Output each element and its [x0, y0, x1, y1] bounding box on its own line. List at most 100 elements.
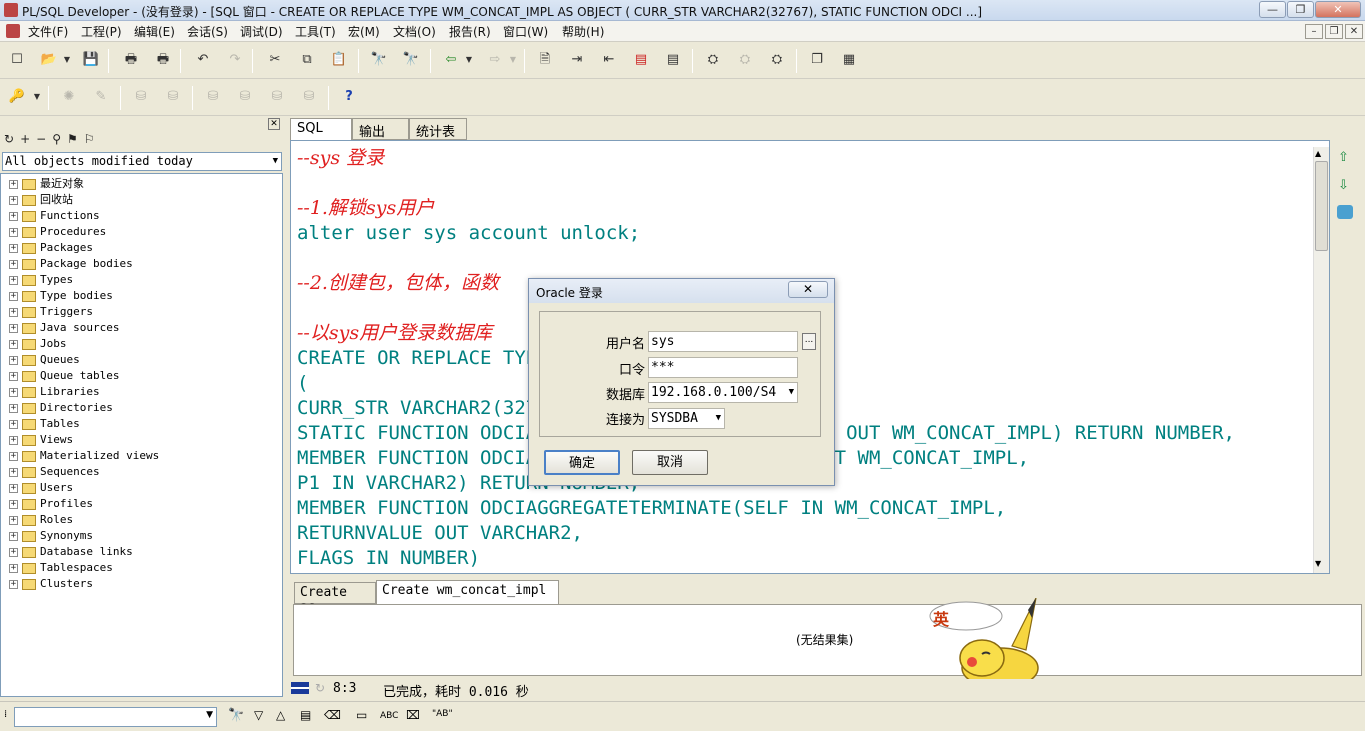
paste-icon[interactable]: 📋: [328, 49, 350, 71]
menu-file[interactable]: 文件(F): [28, 23, 68, 40]
new-icon[interactable]: ☐: [6, 49, 28, 71]
expand-icon[interactable]: +: [9, 227, 18, 237]
mdi-minimize-button[interactable]: –: [1305, 24, 1323, 39]
expand-icon[interactable]: +: [9, 531, 18, 541]
open-dropdown-icon[interactable]: ▼: [60, 49, 74, 71]
add-icon[interactable]: +: [20, 132, 36, 146]
expand-icon[interactable]: +: [9, 211, 18, 221]
debug-icon[interactable]: ✎: [90, 86, 112, 108]
regex-icon[interactable]: ⌧: [406, 708, 420, 722]
expand-icon[interactable]: +: [9, 195, 18, 205]
expand-icon[interactable]: +: [9, 563, 18, 573]
tree-item[interactable]: + Sequences: [9, 464, 100, 480]
find-prev-icon[interactable]: △: [276, 708, 285, 722]
tree-item[interactable]: + Database links: [9, 544, 133, 560]
expand-icon[interactable]: +: [9, 291, 18, 301]
windows-icon[interactable]: ❐: [806, 49, 828, 71]
tree-item[interactable]: + Procedures: [9, 224, 106, 240]
tree-item[interactable]: + Types: [9, 272, 73, 288]
logon-dropdown-icon[interactable]: ▼: [30, 86, 44, 108]
explain-plan-icon[interactable]: ⛭: [702, 49, 724, 71]
scroll-thumb[interactable]: [1315, 161, 1328, 251]
tree-item[interactable]: + Tablespaces: [9, 560, 113, 576]
tree-item[interactable]: + Directories: [9, 400, 113, 416]
mdi-restore-button[interactable]: ❐: [1325, 24, 1343, 39]
tree-item[interactable]: + Java sources: [9, 320, 119, 336]
tree-item[interactable]: + Queues: [9, 352, 80, 368]
connect-as-select[interactable]: SYSDBA ▼: [648, 408, 725, 429]
comment-icon[interactable]: ▤: [630, 49, 652, 71]
expand-icon[interactable]: +: [9, 339, 18, 349]
tab-sql[interactable]: SQL: [290, 118, 352, 141]
refresh-icon[interactable]: ↻: [4, 132, 20, 146]
print-icon[interactable]: 🖶: [120, 49, 142, 71]
compile-all-icon[interactable]: ⛭: [766, 49, 788, 71]
tree-item[interactable]: + Users: [9, 480, 73, 496]
expand-icon[interactable]: +: [9, 243, 18, 253]
tab-output[interactable]: 输出: [352, 118, 409, 140]
menu-document[interactable]: 文档(O): [393, 23, 436, 40]
quote-icon[interactable]: "AB": [432, 709, 453, 719]
compile-icon[interactable]: ⛭: [734, 49, 756, 71]
find-next-icon[interactable]: ▽: [254, 708, 263, 722]
expand-icon[interactable]: +: [9, 483, 18, 493]
username-field[interactable]: sys: [648, 331, 798, 352]
menu-window[interactable]: 窗口(W): [503, 23, 548, 40]
settings-icon[interactable]: ✺: [58, 86, 80, 108]
help-icon[interactable]: ?: [338, 86, 360, 108]
mdi-close-button[interactable]: ✕: [1345, 24, 1363, 39]
menu-help[interactable]: 帮助(H): [562, 23, 604, 40]
scroll-up-icon[interactable]: ▲: [1315, 149, 1321, 158]
case-sensitive-icon[interactable]: ▭: [356, 708, 367, 722]
clear-icon[interactable]: ⌫: [324, 708, 341, 722]
open-icon[interactable]: 📂: [38, 49, 60, 71]
tree-item[interactable]: + Materialized views: [9, 448, 159, 464]
result-tab-create-wm-concat-impl[interactable]: Create wm_concat_impl: [376, 580, 559, 604]
expand-icon[interactable]: +: [9, 403, 18, 413]
menu-session[interactable]: 会话(S): [187, 23, 228, 40]
expand-icon[interactable]: +: [9, 467, 18, 477]
db-user-icon[interactable]: ⛁: [202, 86, 224, 108]
tree-item[interactable]: + Profiles: [9, 496, 93, 512]
save-icon[interactable]: 💾: [80, 49, 102, 71]
tree-item[interactable]: + Views: [9, 432, 73, 448]
db-nav-icon[interactable]: [1337, 205, 1353, 219]
tree-item[interactable]: + Triggers: [9, 304, 93, 320]
scroll-down-icon[interactable]: ▼: [1315, 559, 1321, 568]
tree-item[interactable]: + Package bodies: [9, 256, 133, 272]
editor-scrollbar[interactable]: ▲ ▼: [1313, 147, 1329, 573]
db-export-icon[interactable]: ⛁: [266, 86, 288, 108]
find-object-icon[interactable]: ⚲: [52, 132, 67, 146]
tree-item[interactable]: + 回收站: [9, 192, 73, 208]
menu-debug[interactable]: 调试(D): [240, 23, 283, 40]
filter-icon[interactable]: ⚑: [67, 132, 84, 146]
undo-icon[interactable]: ↶: [192, 49, 214, 71]
restore-button[interactable]: ❐: [1287, 1, 1314, 18]
expand-icon[interactable]: +: [9, 259, 18, 269]
menu-tools[interactable]: 工具(T): [295, 23, 336, 40]
tree-item[interactable]: + Tables: [9, 416, 80, 432]
browse-button[interactable]: ...: [802, 333, 816, 350]
expand-icon[interactable]: +: [9, 547, 18, 557]
break-icon[interactable]: ⇨: [484, 49, 506, 71]
find-next-icon[interactable]: 🔭: [400, 49, 422, 71]
database-select[interactable]: 192.168.0.100/S4 ▼: [648, 382, 798, 403]
tree-item[interactable]: + Queue tables: [9, 368, 119, 384]
whole-word-icon[interactable]: ABC: [380, 711, 398, 721]
expand-icon[interactable]: +: [9, 515, 18, 525]
highlight-icon[interactable]: ▤: [300, 708, 311, 722]
unindent-icon[interactable]: ⇤: [598, 49, 620, 71]
menu-edit[interactable]: 编辑(E): [134, 23, 175, 40]
tab-statistics[interactable]: 统计表: [409, 118, 467, 140]
menu-report[interactable]: 报告(R): [449, 23, 491, 40]
expand-icon[interactable]: +: [9, 179, 18, 189]
expand-icon[interactable]: +: [9, 323, 18, 333]
db-rollback-icon[interactable]: ⛁: [162, 86, 184, 108]
tree-item[interactable]: + Synonyms: [9, 528, 93, 544]
remove-icon[interactable]: −: [36, 132, 52, 146]
tree-item[interactable]: + Type bodies: [9, 288, 113, 304]
break-dropdown-icon[interactable]: ▼: [506, 49, 520, 71]
indent-icon[interactable]: ⇥: [566, 49, 588, 71]
expand-icon[interactable]: +: [9, 499, 18, 509]
close-button[interactable]: ✕: [1315, 1, 1361, 18]
